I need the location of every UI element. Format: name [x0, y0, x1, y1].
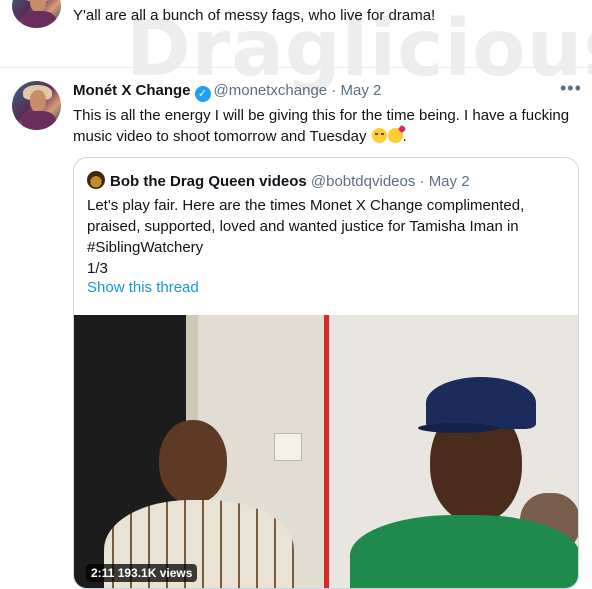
video-stats-badge: 2:11 193.1K views	[86, 564, 198, 582]
show-thread-link[interactable]: Show this thread	[87, 279, 199, 296]
header-separator: ·	[331, 82, 337, 99]
quoted-separator: ·	[419, 173, 425, 190]
quoted-thread-count: 1/3	[87, 260, 108, 277]
tweet-divider	[0, 67, 592, 68]
top-tweet-text: Y'all are all a bunch of messy fags, who…	[73, 7, 436, 24]
author-name[interactable]: Monét X Change	[73, 82, 191, 99]
quoted-tweet-header: Bob the Drag Queen videos @bobtdqvideos …	[87, 171, 470, 192]
tweet-text: This is all the energy I will be giving …	[73, 105, 583, 147]
video-split-divider	[324, 315, 329, 588]
author-handle[interactable]: @monetxchange	[214, 82, 328, 99]
video-right-panel	[330, 315, 578, 588]
quoted-tweet-card[interactable]: Bob the Drag Queen videos @bobtdqvideos …	[73, 157, 579, 589]
video-views: 193.1K views	[117, 566, 193, 580]
kiss-emoji-icon	[387, 128, 403, 143]
tweet-avatar[interactable]	[12, 81, 61, 130]
light-switch	[274, 433, 302, 461]
tweet-header: Monét X Change ✓ @monetxchange · May 2	[73, 81, 381, 102]
quoted-author-avatar	[87, 171, 105, 189]
quoted-author-name[interactable]: Bob the Drag Queen videos	[110, 173, 307, 190]
video-duration: 2:11	[91, 566, 115, 580]
quoted-date[interactable]: May 2	[429, 173, 470, 190]
video-media[interactable]: 2:11 193.1K views	[74, 315, 578, 588]
top-tweet-avatar[interactable]	[12, 0, 61, 28]
verified-badge-icon: ✓	[194, 86, 211, 102]
tweet-date[interactable]: May 2	[341, 82, 382, 99]
video-left-panel	[74, 315, 324, 588]
quoted-author-handle[interactable]: @bobtdqvideos	[311, 173, 415, 190]
quoted-text-line: praised, supported, loved and wanted jus…	[87, 218, 519, 235]
quoted-tweet-text: Let's play fair. Here are the times Mone…	[87, 195, 567, 279]
quoted-text-line: Let's play fair. Here are the times Mone…	[87, 197, 525, 214]
tweet-body: This is all the energy I will be giving …	[73, 107, 570, 145]
rolling-eyes-emoji-icon	[371, 128, 387, 143]
quoted-hashtag[interactable]: #SiblingWatchery	[87, 237, 567, 258]
ellipsis-icon[interactable]: •••	[560, 78, 582, 99]
